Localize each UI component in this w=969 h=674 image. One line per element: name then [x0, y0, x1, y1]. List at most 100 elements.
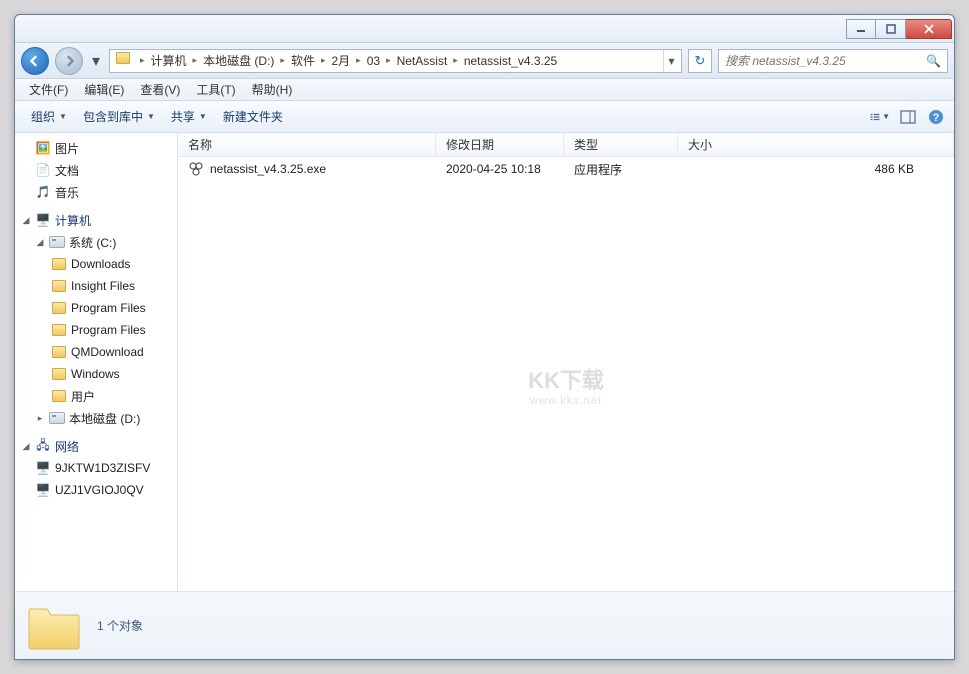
crumb-4[interactable]: 03 — [363, 54, 384, 68]
folder-icon — [51, 300, 67, 316]
help-button[interactable]: ? — [926, 107, 946, 127]
network-icon: 🖧 — [35, 438, 51, 454]
tree-folder[interactable]: Windows — [15, 363, 177, 385]
explorer-window: ▾ ▸ 计算机 ▸ 本地磁盘 (D:) ▸ 软件 ▸ 2月 ▸ 03 ▸ Net… — [14, 14, 955, 660]
folder-large-icon — [25, 601, 83, 651]
newfolder-label: 新建文件夹 — [223, 108, 283, 125]
newfolder-button[interactable]: 新建文件夹 — [215, 104, 291, 129]
crumb-3[interactable]: 2月 — [327, 52, 354, 69]
address-bar[interactable]: ▸ 计算机 ▸ 本地磁盘 (D:) ▸ 软件 ▸ 2月 ▸ 03 ▸ NetAs… — [109, 49, 682, 73]
tree-label: 系统 (C:) — [69, 234, 116, 251]
watermark-sub: www.kkx.net — [528, 395, 604, 407]
folder-icon — [51, 388, 67, 404]
tree-label: 文档 — [55, 162, 79, 179]
organize-button[interactable]: 组织▼ — [23, 104, 75, 129]
expand-icon[interactable]: ▸ — [35, 413, 45, 424]
tree-label: Program Files — [71, 323, 146, 337]
column-headers: 名称 修改日期 类型 大小 — [178, 133, 954, 157]
refresh-button[interactable]: ↻ — [688, 49, 712, 73]
tree-folder[interactable]: Downloads — [15, 253, 177, 275]
nav-tree[interactable]: 🖼️图片 📄文档 🎵音乐 ◢🖥️计算机 ◢系统 (C:) Downloads I… — [15, 133, 178, 591]
share-label: 共享 — [171, 108, 195, 125]
tree-pictures[interactable]: 🖼️图片 — [15, 137, 177, 159]
drive-icon — [49, 234, 65, 250]
chevron-down-icon: ▼ — [147, 112, 155, 121]
include-label: 包含到库中 — [83, 108, 143, 125]
watermark: KK下载 www.kkx.net — [528, 363, 604, 407]
tree-documents[interactable]: 📄文档 — [15, 159, 177, 181]
chevron-right-icon[interactable]: ▸ — [319, 55, 328, 66]
col-type[interactable]: 类型 — [564, 133, 678, 156]
address-dropdown[interactable]: ▾ — [663, 50, 679, 72]
minimize-button[interactable] — [846, 19, 876, 39]
file-list[interactable]: 名称 修改日期 类型 大小 netassist_v4.3.25.exe 2020… — [178, 133, 954, 591]
file-type: 应用程序 — [564, 161, 678, 178]
crumb-5[interactable]: NetAssist — [393, 54, 452, 68]
menu-help[interactable]: 帮助(H) — [244, 79, 301, 100]
close-button[interactable] — [906, 19, 952, 39]
tree-label: 本地磁盘 (D:) — [69, 410, 140, 427]
tree-computer[interactable]: ◢🖥️计算机 — [15, 209, 177, 231]
search-icon[interactable]: 🔍 — [926, 54, 941, 68]
tree-label: 图片 — [55, 140, 79, 157]
drive-icon — [49, 410, 65, 426]
file-row[interactable]: netassist_v4.3.25.exe 2020-04-25 10:18 应… — [178, 157, 954, 181]
content-body: 🖼️图片 📄文档 🎵音乐 ◢🖥️计算机 ◢系统 (C:) Downloads I… — [15, 133, 954, 591]
expand-icon[interactable]: ◢ — [35, 237, 45, 248]
svg-text:?: ? — [933, 112, 940, 124]
col-modified[interactable]: 修改日期 — [436, 133, 564, 156]
tree-label: QMDownload — [71, 345, 144, 359]
tree-drive-d[interactable]: ▸ 本地磁盘 (D:) — [15, 407, 177, 429]
tree-network[interactable]: ◢ 🖧网络 — [15, 435, 177, 457]
chevron-right-icon[interactable]: ▸ — [278, 55, 287, 66]
include-button[interactable]: 包含到库中 ▼ — [75, 104, 163, 129]
col-size[interactable]: 大小 — [678, 133, 954, 156]
tree-folder[interactable]: Program Files — [15, 319, 177, 341]
titlebar[interactable] — [15, 15, 954, 43]
nav-row: ▾ ▸ 计算机 ▸ 本地磁盘 (D:) ▸ 软件 ▸ 2月 ▸ 03 ▸ Net… — [15, 43, 954, 79]
tree-label: 用户 — [71, 388, 95, 405]
menu-edit[interactable]: 编辑(E) — [76, 79, 132, 100]
preview-pane-button[interactable] — [898, 107, 918, 127]
crumb-2[interactable]: 软件 — [287, 52, 319, 69]
crumb-0[interactable]: 计算机 — [147, 52, 191, 69]
chevron-right-icon[interactable]: ▸ — [451, 55, 460, 66]
search-input[interactable] — [725, 54, 922, 68]
tree-folder[interactable]: Program Files — [15, 297, 177, 319]
search-box[interactable]: 🔍 — [718, 49, 948, 73]
chevron-right-icon[interactable]: ▸ — [384, 55, 393, 66]
maximize-button[interactable] — [876, 19, 906, 39]
col-name[interactable]: 名称 — [178, 133, 436, 156]
tree-folder[interactable]: QMDownload — [15, 341, 177, 363]
pc-icon: 🖥️ — [35, 460, 51, 476]
share-button[interactable]: 共享▼ — [163, 104, 215, 129]
tree-music[interactable]: 🎵音乐 — [15, 181, 177, 203]
back-button[interactable] — [21, 47, 49, 75]
crumb-1[interactable]: 本地磁盘 (D:) — [199, 52, 278, 69]
nav-history-dropdown[interactable]: ▾ — [89, 50, 103, 72]
forward-button[interactable] — [55, 47, 83, 75]
tree-label: Windows — [71, 367, 120, 381]
file-modified: 2020-04-25 10:18 — [436, 162, 564, 176]
tree-label: 网络 — [55, 438, 79, 455]
view-options-button[interactable]: ▼ — [870, 107, 890, 127]
computer-icon: 🖥️ — [35, 212, 51, 228]
menu-tools[interactable]: 工具(T) — [188, 79, 243, 100]
crumb-6[interactable]: netassist_v4.3.25 — [460, 54, 561, 68]
tree-drive-c[interactable]: ◢ 系统 (C:) — [15, 231, 177, 253]
tree-label: UZJ1VGIOJ0QV — [55, 483, 144, 497]
organize-label: 组织 — [31, 108, 55, 125]
documents-icon: 📄 — [35, 162, 51, 178]
expand-icon[interactable]: ◢ — [21, 215, 31, 226]
chevron-right-icon[interactable]: ▸ — [191, 55, 200, 66]
tree-network-node[interactable]: 🖥️9JKTW1D3ZISFV — [15, 457, 177, 479]
menu-view[interactable]: 查看(V) — [132, 79, 188, 100]
file-size: 486 KB — [678, 162, 954, 176]
tree-network-node[interactable]: 🖥️UZJ1VGIOJ0QV — [15, 479, 177, 501]
expand-icon[interactable]: ◢ — [21, 441, 31, 452]
menu-file[interactable]: 文件(F) — [21, 79, 76, 100]
tree-folder[interactable]: Insight Files — [15, 275, 177, 297]
tree-folder[interactable]: 用户 — [15, 385, 177, 407]
chevron-right-icon[interactable]: ▸ — [354, 55, 363, 66]
chevron-right-icon[interactable]: ▸ — [138, 55, 147, 66]
